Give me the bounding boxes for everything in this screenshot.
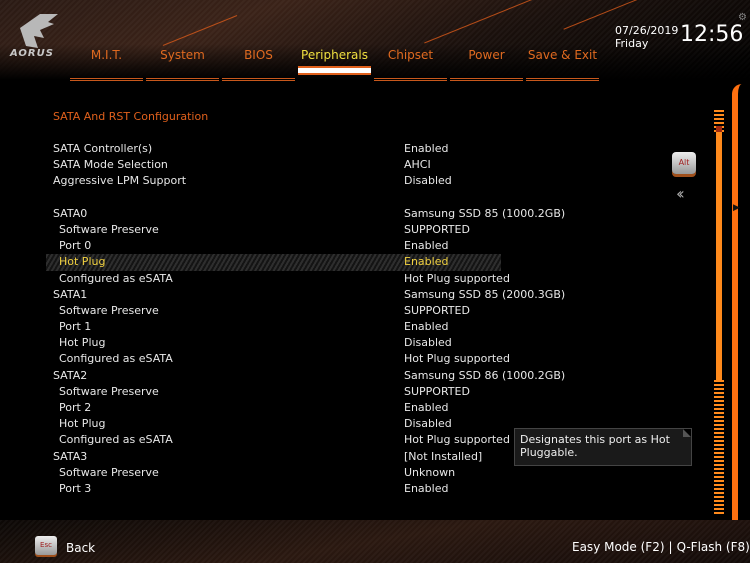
setting-value: SUPPORTED — [404, 222, 470, 236]
tab-chipset[interactable]: Chipset — [374, 48, 447, 81]
weekday: Friday — [615, 37, 649, 50]
setting-value[interactable]: Disabled — [404, 335, 452, 351]
footer-separator: | — [668, 540, 673, 554]
setting-label: Aggressive LPM Support — [53, 174, 187, 188]
qflash-link[interactable]: Q-Flash (F8) — [677, 540, 750, 554]
setting-row[interactable]: Port 0 Enabled — [46, 238, 666, 254]
setting-row: Software Preserve Unknown — [46, 465, 666, 481]
scrollbar-thumb[interactable] — [716, 126, 722, 132]
setting-label: Configured as eSATA — [59, 271, 173, 285]
setting-value: Hot Plug supported — [404, 271, 510, 285]
setting-label: Port 1 — [59, 320, 92, 334]
date: 07/26/2019 — [615, 24, 679, 37]
tab-peripherals[interactable]: Peripherals — [298, 48, 371, 81]
tab-label: Save & Exit — [527, 48, 598, 62]
setting-label: SATA Controller(s) — [53, 142, 153, 155]
logo-text: AORUS — [10, 48, 54, 59]
tab-label: Chipset — [387, 48, 434, 62]
setting-label: SATA1 — [53, 287, 88, 301]
setting-row[interactable]: Hot Plug Disabled — [46, 335, 666, 351]
clock: 12:56 — [680, 22, 744, 47]
setting-label: Configured as eSATA — [59, 352, 173, 366]
scrollbar-bottom-ridges — [714, 380, 724, 515]
setting-value[interactable]: Enabled — [404, 481, 448, 497]
setting-row: Software Preserve SUPPORTED — [46, 222, 666, 238]
setting-value: SUPPORTED — [404, 303, 470, 317]
setting-label: SATA Mode Selection — [53, 158, 168, 172]
main-tabs: M.I.T. System BIOS Peripherals Chipset P… — [70, 48, 602, 81]
setting-value[interactable]: Enabled — [404, 254, 448, 270]
section-title: SATA And RST Configuration — [53, 110, 209, 123]
decor-streak — [424, 0, 536, 44]
setting-value[interactable]: Enabled — [404, 238, 448, 254]
tab-label: System — [160, 48, 205, 62]
setting-label: Hot Plug — [59, 336, 106, 350]
setting-value[interactable]: Enabled — [404, 319, 448, 335]
footer-shortcuts: Easy Mode (F2) | Q-Flash (F8) — [572, 540, 750, 554]
caret-right-icon[interactable]: ▶ — [733, 203, 740, 213]
setting-value: Samsung SSD 85 (2000.3GB) — [404, 287, 566, 301]
setting-label: Software Preserve — [59, 384, 159, 398]
setting-value: Unknown — [404, 465, 456, 479]
esc-key-button[interactable]: Esc — [35, 536, 57, 555]
setting-label: Port 3 — [59, 481, 92, 495]
setting-row[interactable]: SATA Controller(s) Enabled — [46, 141, 666, 157]
tab-bios[interactable]: BIOS — [222, 48, 295, 81]
side-panel-frame[interactable] — [732, 84, 742, 524]
back-label[interactable]: Back — [66, 541, 95, 555]
setting-row: SATA1 Samsung SSD 85 (2000.3GB) — [46, 287, 666, 303]
double-chevron-left-icon[interactable]: ‹‹ — [676, 184, 685, 203]
setting-label: Port 0 — [59, 239, 92, 253]
setting-value[interactable]: Enabled — [404, 400, 448, 416]
tab-label: M.I.T. — [90, 48, 123, 62]
setting-row: Configured as eSATA Hot Plug supported — [46, 351, 666, 367]
active-tab-indicator — [298, 66, 371, 75]
setting-value[interactable]: Disabled — [404, 416, 452, 432]
setting-value: Hot Plug supported — [404, 433, 510, 447]
setting-value: SUPPORTED — [404, 384, 470, 398]
setting-label: Port 2 — [59, 401, 92, 414]
setting-row-selected[interactable]: Hot Plug Enabled — [46, 254, 501, 271]
tab-system[interactable]: System — [146, 48, 219, 81]
easy-mode-link[interactable]: Easy Mode (F2) — [572, 540, 665, 554]
setting-label: Software Preserve — [59, 303, 159, 317]
setting-label: Software Preserve — [59, 222, 159, 236]
setting-row[interactable]: Port 1 Enabled — [46, 319, 666, 335]
setting-label: Configured as eSATA — [59, 433, 173, 447]
tab-label: Power — [468, 48, 505, 62]
alt-key-button[interactable]: Alt — [672, 152, 696, 174]
setting-row: SATA0 Samsung SSD 85 (1000.2GB) — [46, 206, 666, 222]
setting-value[interactable]: Enabled — [404, 141, 448, 157]
tab-label: BIOS — [244, 48, 273, 62]
setting-value: [Not Installed] — [404, 449, 483, 463]
setting-value: Samsung SSD 86 (1000.2GB) — [404, 368, 566, 382]
gear-icon[interactable]: ⚙ — [738, 12, 747, 23]
setting-value[interactable]: Disabled — [404, 173, 452, 189]
setting-value: Hot Plug supported — [404, 352, 510, 366]
setting-row: Software Preserve SUPPORTED — [46, 303, 666, 319]
setting-row: Configured as eSATA Hot Plug supported — [46, 271, 666, 287]
setting-label: Software Preserve — [59, 465, 159, 479]
setting-label: SATA0 — [53, 206, 88, 220]
date-display: 07/26/2019 Friday — [615, 24, 678, 50]
setting-row[interactable]: SATA Mode Selection AHCI — [46, 157, 666, 173]
setting-label: Hot Plug — [59, 417, 106, 431]
setting-row[interactable]: Port 3 Enabled — [46, 481, 666, 497]
help-tooltip: Designates this port as Hot Pluggable. — [514, 428, 692, 466]
tab-power[interactable]: Power — [450, 48, 523, 81]
setting-row[interactable]: Aggressive LPM Support Disabled — [46, 173, 666, 189]
setting-value[interactable]: AHCI — [404, 157, 431, 173]
setting-value: Samsung SSD 85 (1000.2GB) — [404, 206, 566, 220]
setting-label: SATA2 — [53, 368, 88, 382]
setting-label: Hot Plug — [59, 255, 106, 269]
tab-label: Peripherals — [301, 48, 368, 62]
setting-row: Software Preserve SUPPORTED — [46, 384, 666, 400]
setting-label: SATA3 — [53, 449, 88, 463]
tab-save-exit[interactable]: Save & Exit — [526, 48, 599, 81]
setting-row: SATA2 Samsung SSD 86 (1000.2GB) — [46, 368, 666, 384]
decor-streak — [162, 15, 238, 46]
setting-row[interactable]: Port 2 Enabled — [46, 400, 666, 416]
tab-mit[interactable]: M.I.T. — [70, 48, 143, 81]
